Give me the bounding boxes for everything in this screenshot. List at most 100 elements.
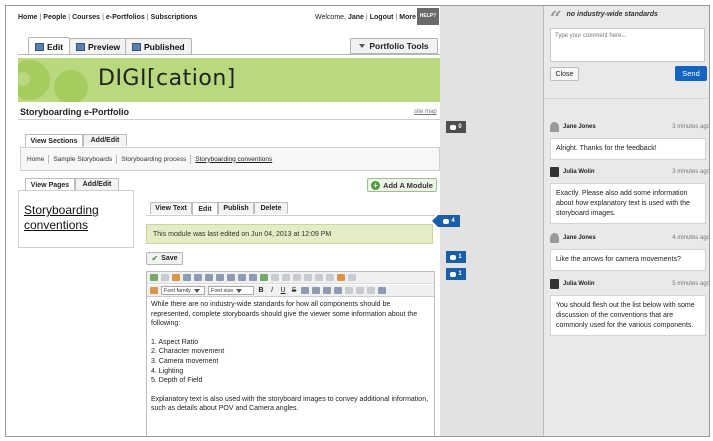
tab-published[interactable]: Published	[125, 38, 192, 55]
save-label: Save	[161, 255, 178, 262]
underline-button[interactable]: U	[279, 287, 287, 294]
delete-row-icon[interactable]	[326, 274, 334, 281]
editor-toolbar-top	[147, 272, 434, 284]
indent-icon[interactable]	[334, 287, 342, 294]
tab-edit[interactable]: Edit	[28, 37, 71, 55]
logout-link[interactable]: Logout	[370, 14, 394, 21]
save-button[interactable]: ✔ Save	[146, 252, 183, 265]
tab-edit-label: Edit	[47, 41, 64, 52]
save-comment-count: 1	[458, 254, 462, 260]
preview-icon	[76, 43, 85, 51]
strikethrough-button[interactable]: S	[290, 287, 298, 294]
send-button[interactable]: Send	[675, 66, 707, 81]
font-size-select[interactable]: Font size	[208, 286, 254, 295]
unlink-icon[interactable]	[356, 287, 364, 294]
table-icon[interactable]	[260, 274, 268, 281]
font-size-label: Font size	[211, 287, 234, 294]
comment-header: Julia Wolin 3 minutes ago	[550, 166, 710, 178]
nav-subscriptions[interactable]: Subscriptions	[151, 14, 198, 21]
edit-icon	[35, 42, 44, 51]
comment-icon	[450, 124, 457, 130]
align-center-icon[interactable]	[216, 274, 224, 281]
avatar	[550, 279, 559, 289]
portfolio-editor: Home | People | Courses | e-Portfolios | Subscri…	[6, 6, 440, 436]
find-icon[interactable]	[183, 274, 191, 281]
comment-time: 3 minutes ago	[672, 124, 710, 130]
nav-home[interactable]: Home	[18, 14, 37, 21]
quote-icon: “	[550, 6, 562, 30]
save-comment-flag[interactable]: 1	[446, 251, 466, 263]
comment-author: Julia Wolin	[563, 281, 595, 287]
portfolio-tools-button[interactable]: Portfolio Tools	[350, 38, 438, 54]
comment-header: Julia Wolin 5 minutes ago	[550, 278, 709, 290]
cell-icon[interactable]	[293, 274, 301, 281]
anchor-icon[interactable]	[367, 287, 375, 294]
nav-courses[interactable]: Courses	[72, 14, 100, 21]
tab-preview-label: Preview	[88, 42, 121, 52]
gear-icon-small	[54, 70, 88, 102]
font-family-select[interactable]: Font family	[161, 286, 205, 295]
column-icon[interactable]	[282, 274, 290, 281]
quoted-selection: “ no industry-wide standards	[550, 6, 658, 30]
module-comment-flag[interactable]: 4	[432, 215, 460, 227]
comment-header: Jane Jones 3 minutes ago	[550, 121, 710, 133]
bulleted-list-icon[interactable]	[301, 287, 309, 294]
plus-icon: +	[371, 180, 381, 190]
italic-button[interactable]: I	[268, 287, 276, 294]
tab-view-sections[interactable]: View Sections	[25, 134, 83, 147]
format-icon[interactable]	[150, 287, 158, 294]
outdent-icon[interactable]	[323, 287, 331, 294]
redo-icon[interactable]	[161, 274, 169, 281]
comment-body: Exactly. Please also add some informatio…	[550, 183, 706, 225]
align-left-icon[interactable]	[205, 274, 213, 281]
align-justify-icon[interactable]	[238, 274, 246, 281]
undo-icon[interactable]	[150, 274, 158, 281]
link-icon[interactable]	[345, 287, 353, 294]
section-comment-flag[interactable]: 0	[446, 121, 466, 133]
color-icon[interactable]	[378, 287, 386, 294]
tab-delete[interactable]: Delete	[254, 202, 288, 214]
paste-icon[interactable]	[172, 274, 180, 281]
breadcrumb-current[interactable]: Storyboarding conventions	[195, 156, 272, 163]
comment-body: You should flesh out the list below with…	[550, 295, 706, 337]
comment-icon	[450, 271, 457, 277]
tab-add-edit-sections[interactable]: Add/Edit	[83, 134, 127, 146]
breadcrumb-sample-storyboards[interactable]: Sample Storyboards	[53, 156, 112, 163]
tab-view-text[interactable]: View Text	[150, 202, 192, 214]
breadcrumb: Home Sample Storyboards Storyboarding pr…	[20, 147, 440, 171]
tab-preview[interactable]: Preview	[69, 38, 128, 55]
align-right-icon[interactable]	[227, 274, 235, 281]
row-icon[interactable]	[271, 274, 279, 281]
tab-add-edit-pages[interactable]: Add/Edit	[75, 178, 119, 190]
avatar	[550, 233, 559, 243]
site-map-link[interactable]: site map	[414, 109, 437, 115]
bold-button[interactable]: B	[257, 287, 265, 294]
rich-text-editor[interactable]: Font family Font size B I U S While ther…	[146, 271, 435, 436]
close-button[interactable]: Close	[550, 67, 579, 81]
add-module-button[interactable]: + Add A Module	[367, 178, 437, 192]
tab-publish[interactable]: Publish	[218, 202, 254, 214]
chevron-down-icon	[236, 288, 243, 293]
merge-icon[interactable]	[304, 274, 312, 281]
clear-icon[interactable]	[348, 274, 356, 281]
panel-divider	[544, 98, 709, 99]
replace-icon[interactable]	[194, 274, 202, 281]
tab-edit-module[interactable]: Edit	[192, 202, 218, 215]
page-link-storyboarding-conventions[interactable]: Storyboarding conventions	[24, 203, 124, 233]
more-link[interactable]: More	[399, 14, 416, 21]
comment-time: 4 minutes ago	[672, 235, 710, 241]
breadcrumb-storyboarding-process[interactable]: Storyboarding process	[121, 156, 186, 163]
nav-eportfolios[interactable]: e-Portfolios	[106, 14, 145, 21]
breadcrumb-home[interactable]: Home	[27, 156, 44, 163]
toolbar-comment-flag[interactable]: 1	[446, 268, 466, 280]
image-icon[interactable]	[249, 274, 257, 281]
numbered-list-icon[interactable]	[312, 287, 320, 294]
help-button[interactable]: HELP?	[417, 8, 439, 25]
editor-content[interactable]: While there are no industry-wide standar…	[151, 300, 431, 423]
user-name[interactable]: Jane	[348, 14, 364, 21]
nav-people[interactable]: People	[43, 14, 66, 21]
comment-input[interactable]	[550, 28, 705, 62]
style-icon[interactable]	[337, 274, 345, 281]
split-icon[interactable]	[315, 274, 323, 281]
comment-time: 3 minutes ago	[672, 169, 710, 175]
